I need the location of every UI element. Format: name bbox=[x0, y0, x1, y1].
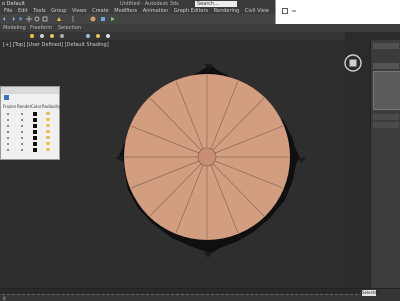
navigation-cube-icon[interactable] bbox=[344, 54, 362, 72]
object-color-swatch[interactable] bbox=[373, 71, 400, 110]
ribbon-tab-freeform[interactable]: Freeform bbox=[30, 24, 52, 32]
column-color[interactable]: Color bbox=[31, 103, 41, 111]
scene-explorer-header bbox=[1, 87, 59, 94]
scale-icon[interactable] bbox=[42, 16, 48, 22]
viewport-canvas bbox=[115, 64, 306, 258]
helper-filter-icon[interactable] bbox=[86, 34, 90, 38]
column-frozen[interactable]: Frozen bbox=[3, 103, 16, 111]
bone-filter-icon[interactable] bbox=[96, 34, 100, 38]
timeline: 0 Selected bbox=[0, 288, 400, 301]
viewport[interactable]: [+] [Top] [User Defined] [Default Shadin… bbox=[0, 40, 362, 288]
ribbon-tab-selection[interactable]: Selection bbox=[58, 24, 81, 32]
ribbon: Modeling Freeform Selection bbox=[0, 24, 400, 32]
selection-dropdown[interactable]: Selected bbox=[362, 290, 379, 296]
scene-toolbar bbox=[0, 32, 345, 40]
modifier-list-dropdown[interactable] bbox=[373, 63, 399, 69]
move-icon[interactable] bbox=[26, 16, 32, 22]
render-setup-icon[interactable] bbox=[100, 16, 106, 22]
square-icon[interactable] bbox=[282, 8, 288, 14]
filter-icon[interactable] bbox=[30, 34, 34, 38]
timeline-ticks bbox=[2, 294, 358, 298]
scene-explorer-rows bbox=[1, 111, 59, 153]
workspace-title: o Default bbox=[2, 1, 25, 7]
column-radiosity[interactable]: Radiosity bbox=[42, 103, 60, 111]
snap-icon[interactable] bbox=[56, 16, 62, 22]
material-editor-icon[interactable] bbox=[90, 16, 96, 22]
search-input[interactable]: Search... bbox=[195, 1, 237, 7]
select-icon[interactable] bbox=[18, 16, 24, 22]
rotate-icon[interactable] bbox=[34, 16, 40, 22]
scene-explorer-columns: Frozen Render Color Radiosity bbox=[1, 103, 60, 111]
minus-icon[interactable] bbox=[291, 8, 297, 14]
redo-icon[interactable] bbox=[10, 16, 16, 22]
shape-filter-icon[interactable] bbox=[106, 34, 110, 38]
column-render[interactable]: Render bbox=[17, 103, 31, 111]
undo-icon[interactable] bbox=[2, 16, 8, 22]
ribbon-tab-modeling[interactable]: Modeling bbox=[3, 24, 26, 32]
light-filter-icon[interactable] bbox=[50, 34, 54, 38]
document-title: Untitled - Autodesk 3ds Max bbox=[120, 1, 180, 7]
camera-filter-icon[interactable] bbox=[60, 34, 64, 38]
scene-explorer-panel: Frozen Render Color Radiosity bbox=[0, 86, 60, 160]
render-icon[interactable] bbox=[110, 16, 116, 22]
command-panel-tabs[interactable] bbox=[373, 43, 399, 49]
list-item[interactable] bbox=[1, 147, 59, 153]
mirror-icon[interactable] bbox=[70, 16, 76, 22]
sphere-filter-icon[interactable] bbox=[40, 34, 44, 38]
command-panel bbox=[370, 40, 400, 288]
mesh-center-cap bbox=[197, 147, 217, 167]
modifier-stack-row[interactable] bbox=[373, 122, 399, 128]
modifier-stack-row[interactable] bbox=[373, 114, 399, 120]
frame-number: 0 bbox=[3, 296, 6, 301]
floating-white-panel bbox=[275, 0, 400, 24]
scene-explorer-icon[interactable] bbox=[4, 95, 9, 100]
